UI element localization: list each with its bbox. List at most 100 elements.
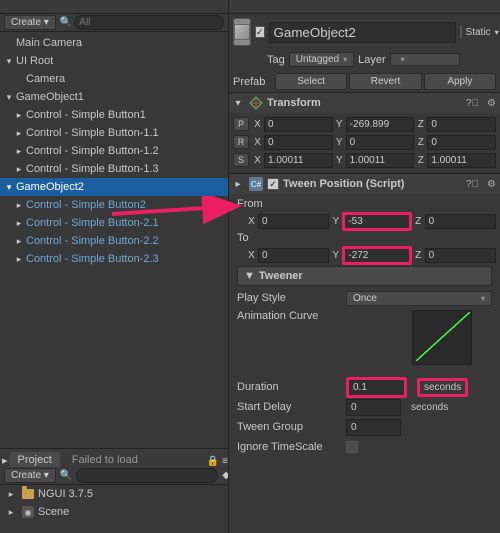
rot-z[interactable] [427,135,496,150]
to-z[interactable] [425,248,496,263]
fold-icon[interactable]: ▸ [14,146,24,157]
prefab-select-button[interactable]: Select [275,73,347,90]
to-y[interactable] [345,249,408,262]
gear-icon[interactable]: ⚙ [487,98,496,109]
tree-item[interactable]: ▸Control - Simple Button-1.2 [0,142,228,160]
tab-failed[interactable]: Failed to load [64,452,146,467]
fold-icon[interactable]: ▾ [4,56,14,67]
tree-item[interactable]: ▸Control - Simple Button-1.3 [0,160,228,178]
gear-icon[interactable]: ⚙ [487,179,496,190]
tween-group-label: Tween Group [237,421,342,433]
fold-icon[interactable]: ▾ [4,92,14,103]
fold-icon[interactable]: ▸ [6,507,16,518]
fold-icon[interactable]: ▸ [14,254,24,265]
duration-input[interactable] [349,380,404,395]
tween-enabled-checkbox[interactable]: ✓ [267,178,279,190]
help-icon[interactable]: ?⃝ [466,179,479,190]
folder-icon [22,489,34,499]
tween-group-input[interactable] [346,419,401,436]
project-create-button[interactable]: Create ▾ [4,468,56,483]
pos-y[interactable] [346,117,415,132]
rot-x[interactable] [264,135,333,150]
fold-icon: ▸ [233,179,243,190]
tree-item[interactable]: ▾GameObject2 [0,178,228,196]
static-checkbox[interactable] [460,26,462,38]
fold-icon[interactable]: ▸ [14,200,24,211]
gameobject-name-input[interactable] [269,22,456,43]
scl-z[interactable] [427,153,496,168]
curve-row: Animation Curve [233,308,496,367]
transform-header[interactable]: ▾ Transform ?⃝ ⚙ [229,93,500,113]
project-search-input[interactable] [76,468,218,483]
pos-z[interactable] [427,117,496,132]
fold-icon[interactable]: ▸ [14,110,24,121]
tree-item-label: Control - Simple Button-1.1 [26,127,159,139]
script-icon: C# [249,177,263,191]
tree-item[interactable]: ▸Control - Simple Button2 [0,196,228,214]
start-delay-row: Start Delay seconds [233,397,496,417]
scale-row: S X Y Z [233,151,496,169]
tree-item[interactable]: ▸Control - Simple Button-2.2 [0,232,228,250]
prefab-revert-button[interactable]: Revert [349,73,421,90]
tree-item-label: Control - Simple Button-1.3 [26,163,159,175]
fold-icon[interactable]: ▸ [14,164,24,175]
fold-icon[interactable]: ▸ [14,218,24,229]
tree-item[interactable]: ▸Control - Simple Button-2.3 [0,250,228,268]
project-tabs: ▸ Project Failed to load 🔒 ≡ [0,449,228,467]
tweener-section-header[interactable]: ▼ Tweener [237,266,492,286]
ignore-ts-checkbox[interactable] [346,441,358,453]
tree-item[interactable]: ▸Control - Simple Button-1.1 [0,124,228,142]
pos-x[interactable] [264,117,333,132]
transform-icon [249,96,263,110]
rotation-row: R X Y Z [233,133,496,151]
help-icon[interactable]: ?⃝ [466,98,479,109]
start-delay-input[interactable] [346,399,401,416]
transform-title: Transform [267,97,458,109]
duration-label: Duration [237,381,342,393]
project-toolbar: Create ▾ 🔍 ◆ ● ★ [0,467,228,485]
tree-item[interactable]: ▸Control - Simple Button-2.1 [0,214,228,232]
start-delay-label: Start Delay [237,401,342,413]
scale-label[interactable]: S [233,153,249,167]
to-x[interactable] [258,248,329,263]
lock-icon[interactable]: 🔒 ≡ [207,456,228,467]
list-item[interactable]: ▸◉Scene [0,503,228,521]
rotation-label[interactable]: R [233,135,249,149]
from-y[interactable] [345,215,408,228]
tree-item[interactable]: ▾GameObject1 [0,88,228,106]
hierarchy-titlebar: Hierarchy [0,0,228,14]
fold-icon[interactable]: ▸ [14,128,24,139]
tree-item[interactable]: Main Camera [0,34,228,52]
fold-icon[interactable]: ▸ [6,489,16,500]
scl-y[interactable] [346,153,415,168]
layer-label: Layer [358,54,386,66]
duration-suffix: seconds [417,378,468,397]
tree-item[interactable]: ▾UI Root [0,52,228,70]
fold-icon[interactable]: ▸ [14,236,24,247]
play-style-row: Play Style Once [233,288,496,308]
tween-header[interactable]: ▸ C# ✓ Tween Position (Script) ?⃝ ⚙ [229,174,500,194]
from-z[interactable] [425,214,496,229]
fold-icon: ▸ [0,454,10,467]
tree-item[interactable]: Camera [0,70,228,88]
play-style-dropdown[interactable]: Once [346,291,492,306]
prefab-apply-button[interactable]: Apply [424,73,496,90]
tree-item-label: Control - Simple Button1 [26,109,146,121]
ignore-ts-label: Ignore TimeScale [237,441,342,453]
tab-project[interactable]: Project [10,452,60,467]
rot-y[interactable] [346,135,415,150]
tag-dropdown[interactable]: Untagged [289,52,354,67]
animation-curve-field[interactable] [412,310,472,365]
list-item[interactable]: ▸NGUI 3.7.5 [0,485,228,503]
position-label[interactable]: P [233,117,249,131]
static-dropdown-icon[interactable]: ▾ [495,28,499,37]
layer-dropdown[interactable] [390,53,460,66]
tree-item[interactable]: ▸Control - Simple Button1 [0,106,228,124]
gameobject-active-checkbox[interactable]: ✓ [255,26,265,38]
from-x[interactable] [258,214,329,229]
hierarchy-search-input[interactable] [74,15,224,30]
scl-x[interactable] [264,153,333,168]
from-row: X Y Z [233,212,496,230]
create-button[interactable]: Create ▾ [4,15,56,30]
fold-icon[interactable]: ▾ [4,182,14,193]
